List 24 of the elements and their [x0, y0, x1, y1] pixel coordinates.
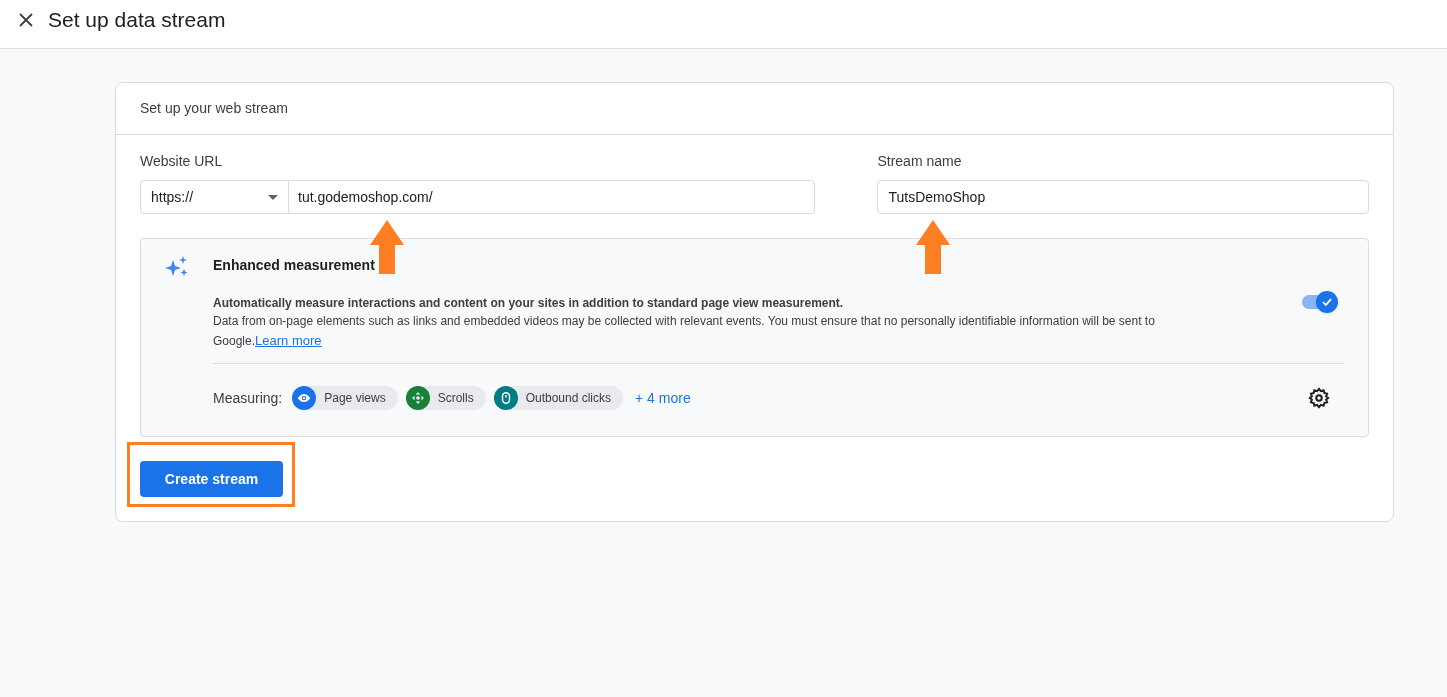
description-text: Automatically measure interactions and content on your sites in addition to standard page view measurement.: [213, 295, 845, 312]
more-link[interactable]: + 4 more: [635, 387, 691, 409]
create-stream-button[interactable]: Create stream: [140, 461, 283, 497]
field-label: Stream name: [877, 152, 963, 171]
field-label: Website URL: [140, 152, 224, 171]
stream-name-field[interactable]: TutsDemoShop: [877, 180, 1369, 214]
arrows-icon: [410, 391, 425, 405]
measurement-chip: Scrolls: [405, 386, 486, 410]
measurement-chip: Page views: [292, 386, 398, 410]
card-title: Set up your web stream: [140, 99, 288, 118]
learn-more-link[interactable]: Learn more: [255, 333, 322, 348]
protocol-dropdown[interactable]: https://: [140, 180, 289, 214]
dropdown-caret-icon: [268, 194, 278, 200]
toggle-switch[interactable]: [1302, 291, 1338, 313]
annotation-arrow: [916, 220, 950, 274]
page-title: Set up data stream: [48, 7, 226, 34]
note-text: Data from on-page elements such as links and embedded videos may be collected with relevant events. You must ensure that no personally identifiable information will be sent to Google.Learn more: [213, 313, 1156, 350]
website-url-field[interactable]: tut.godemoshop.com/: [289, 180, 816, 214]
measurement-chip: Outbound clicks: [493, 386, 624, 410]
eye-icon: [297, 391, 312, 405]
close-icon[interactable]: [18, 12, 34, 28]
settings-icon[interactable]: [1308, 387, 1330, 409]
section-title: Enhanced measurement: [213, 256, 376, 275]
measuring-label: Measuring:: [213, 388, 283, 408]
